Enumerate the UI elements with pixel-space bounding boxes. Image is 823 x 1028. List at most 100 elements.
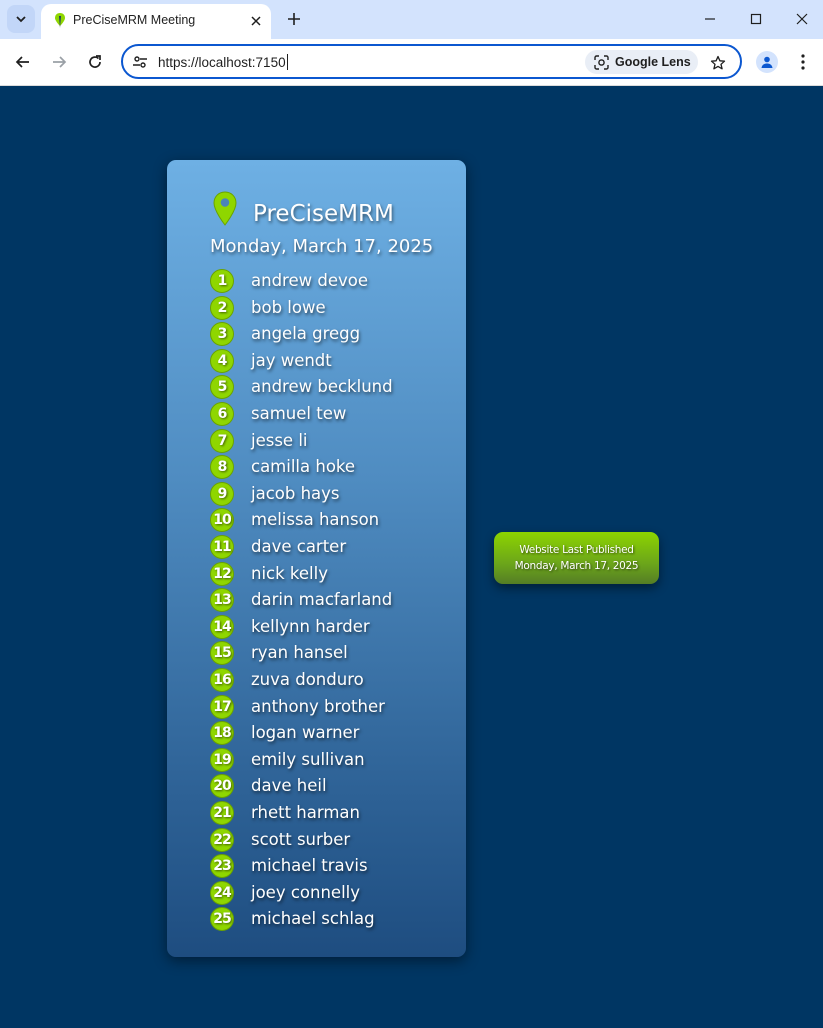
attendee-name: rhett harman: [251, 803, 360, 822]
attendee-row: 25 michael schlag: [210, 905, 450, 932]
attendee-number-badge: 4: [210, 348, 234, 373]
attendee-row: 18 logan warner: [210, 719, 450, 746]
attendee-number-badge: 21: [210, 801, 234, 825]
attendee-row: 16 zuva donduro: [210, 666, 450, 692]
google-lens-button[interactable]: Google Lens: [585, 50, 698, 74]
forward-button[interactable]: [46, 49, 72, 75]
attendee-row: 21 rhett harman: [210, 799, 450, 825]
attendee-number-badge: 9: [210, 481, 234, 506]
attendee-number-badge: 18: [210, 721, 234, 746]
browser-tab-active[interactable]: PreCiseMRM Meeting: [41, 4, 271, 39]
back-button[interactable]: [10, 49, 36, 75]
attendee-number-badge: 23: [210, 854, 234, 879]
profile-button[interactable]: [756, 51, 778, 73]
url-input[interactable]: https://localhost:7150: [158, 54, 288, 70]
attendee-number-badge: 10: [210, 508, 234, 533]
attendee-name: scott surber: [251, 829, 351, 849]
maximize-button[interactable]: [733, 6, 779, 32]
attendee-name: dave carter: [251, 537, 347, 556]
attendee-number-badge: 2: [210, 295, 234, 320]
attendee-number-badge: 8: [210, 455, 234, 480]
attendee-number-badge: 14: [210, 614, 234, 639]
attendee-number-badge: 24: [210, 880, 234, 905]
tab-close-button[interactable]: [247, 12, 265, 30]
attendee-row: 10 melissa hanson: [210, 506, 450, 533]
attendee-name: nick kelly: [251, 563, 328, 583]
attendee-name: michael travis: [251, 856, 368, 876]
attendee-row: 8 camilla hoke: [210, 453, 450, 480]
attendee-name: bob lowe: [251, 297, 326, 317]
maximize-icon: [750, 13, 762, 25]
new-tab-button[interactable]: [283, 8, 305, 30]
attendee-row: 17 anthony brother: [210, 693, 450, 719]
minimize-icon: [705, 18, 715, 20]
close-window-button[interactable]: [779, 6, 823, 32]
attendee-row: 23 michael travis: [210, 852, 450, 879]
attendee-name: angela gregg: [251, 324, 361, 344]
attendee-name: michael schlag: [251, 909, 375, 929]
precisemrm-favicon-icon: [55, 13, 65, 28]
attendee-name: dave heil: [251, 776, 327, 796]
attendee-name: zuva donduro: [251, 670, 364, 689]
attendee-name: samuel tew: [251, 404, 347, 423]
attendee-number-badge: 25: [210, 907, 234, 932]
star-icon: [710, 55, 726, 70]
attendee-number-badge: 13: [210, 588, 234, 613]
attendee-row: 24 joey connelly: [210, 879, 450, 905]
chevron-down-icon: [16, 16, 26, 23]
attendee-row: 20 dave heil: [210, 772, 450, 799]
attendee-name: jacob hays: [251, 483, 340, 503]
attendee-row: 2 bob lowe: [210, 294, 450, 320]
close-icon: [796, 13, 808, 25]
published-label: Website Last Published: [519, 544, 634, 556]
attendee-row: 12 nick kelly: [210, 560, 450, 586]
address-bar[interactable]: https://localhost:7150 Google Lens: [121, 44, 742, 79]
attendee-row: 9 jacob hays: [210, 480, 450, 506]
arrow-left-icon: [15, 56, 29, 68]
brand-title: PreCiseMRM: [253, 201, 394, 227]
attendee-name: camilla hoke: [251, 457, 356, 477]
attendee-row: 14 kellynn harder: [210, 613, 450, 639]
reload-button[interactable]: [82, 49, 108, 75]
url-text: https://localhost:7150: [158, 55, 286, 70]
attendee-number-badge: 7: [210, 428, 234, 453]
attendee-row: 13 darin macfarland: [210, 586, 450, 613]
minimize-button[interactable]: [687, 6, 733, 32]
reload-icon: [89, 55, 101, 68]
browser-toolbar: https://localhost:7150 Google Lens: [0, 39, 823, 86]
site-info-button[interactable]: [131, 53, 149, 71]
attendee-row: 5 andrew becklund: [210, 373, 450, 400]
attendee-number-badge: 3: [210, 322, 234, 347]
attendee-number-badge: 1: [210, 269, 234, 293]
more-vertical-icon: [801, 54, 805, 70]
attendee-number-badge: 15: [210, 641, 234, 666]
attendee-number-badge: 22: [210, 827, 234, 852]
attendee-name: darin macfarland: [251, 590, 393, 610]
attendee-row: 22 scott surber: [210, 826, 450, 852]
meeting-date: Monday, March 17, 2025: [210, 236, 434, 257]
attendee-number-badge: 12: [210, 561, 234, 586]
plus-icon: [288, 13, 300, 25]
last-published-badge: Website Last Published Monday, March 17,…: [494, 532, 659, 584]
tab-search-button[interactable]: [7, 5, 35, 33]
attendee-name: joey connelly: [251, 882, 361, 902]
attendee-name: andrew devoe: [251, 271, 368, 290]
attendee-name: melissa hanson: [251, 510, 380, 530]
attendee-row: 7 jesse li: [210, 427, 450, 453]
attendee-number-badge: 16: [210, 668, 234, 692]
map-pin-icon: [213, 191, 237, 226]
browser-menu-button[interactable]: [792, 50, 814, 74]
bookmark-button[interactable]: [707, 52, 729, 74]
lens-icon: [593, 54, 609, 70]
tab-title: PreCiseMRM Meeting: [73, 13, 196, 27]
attendee-row: 15 ryan hansel: [210, 639, 450, 666]
attendee-number-badge: 11: [210, 535, 234, 559]
tab-strip: PreCiseMRM Meeting: [0, 0, 823, 39]
attendee-number-badge: 20: [210, 774, 234, 799]
attendee-number-badge: 17: [210, 694, 234, 719]
attendee-number-badge: 19: [210, 747, 234, 772]
attendee-name: kellynn harder: [251, 616, 370, 636]
arrow-right-icon: [53, 56, 67, 68]
tune-icon: [133, 56, 147, 68]
attendee-row: 11 dave carter: [210, 533, 450, 559]
